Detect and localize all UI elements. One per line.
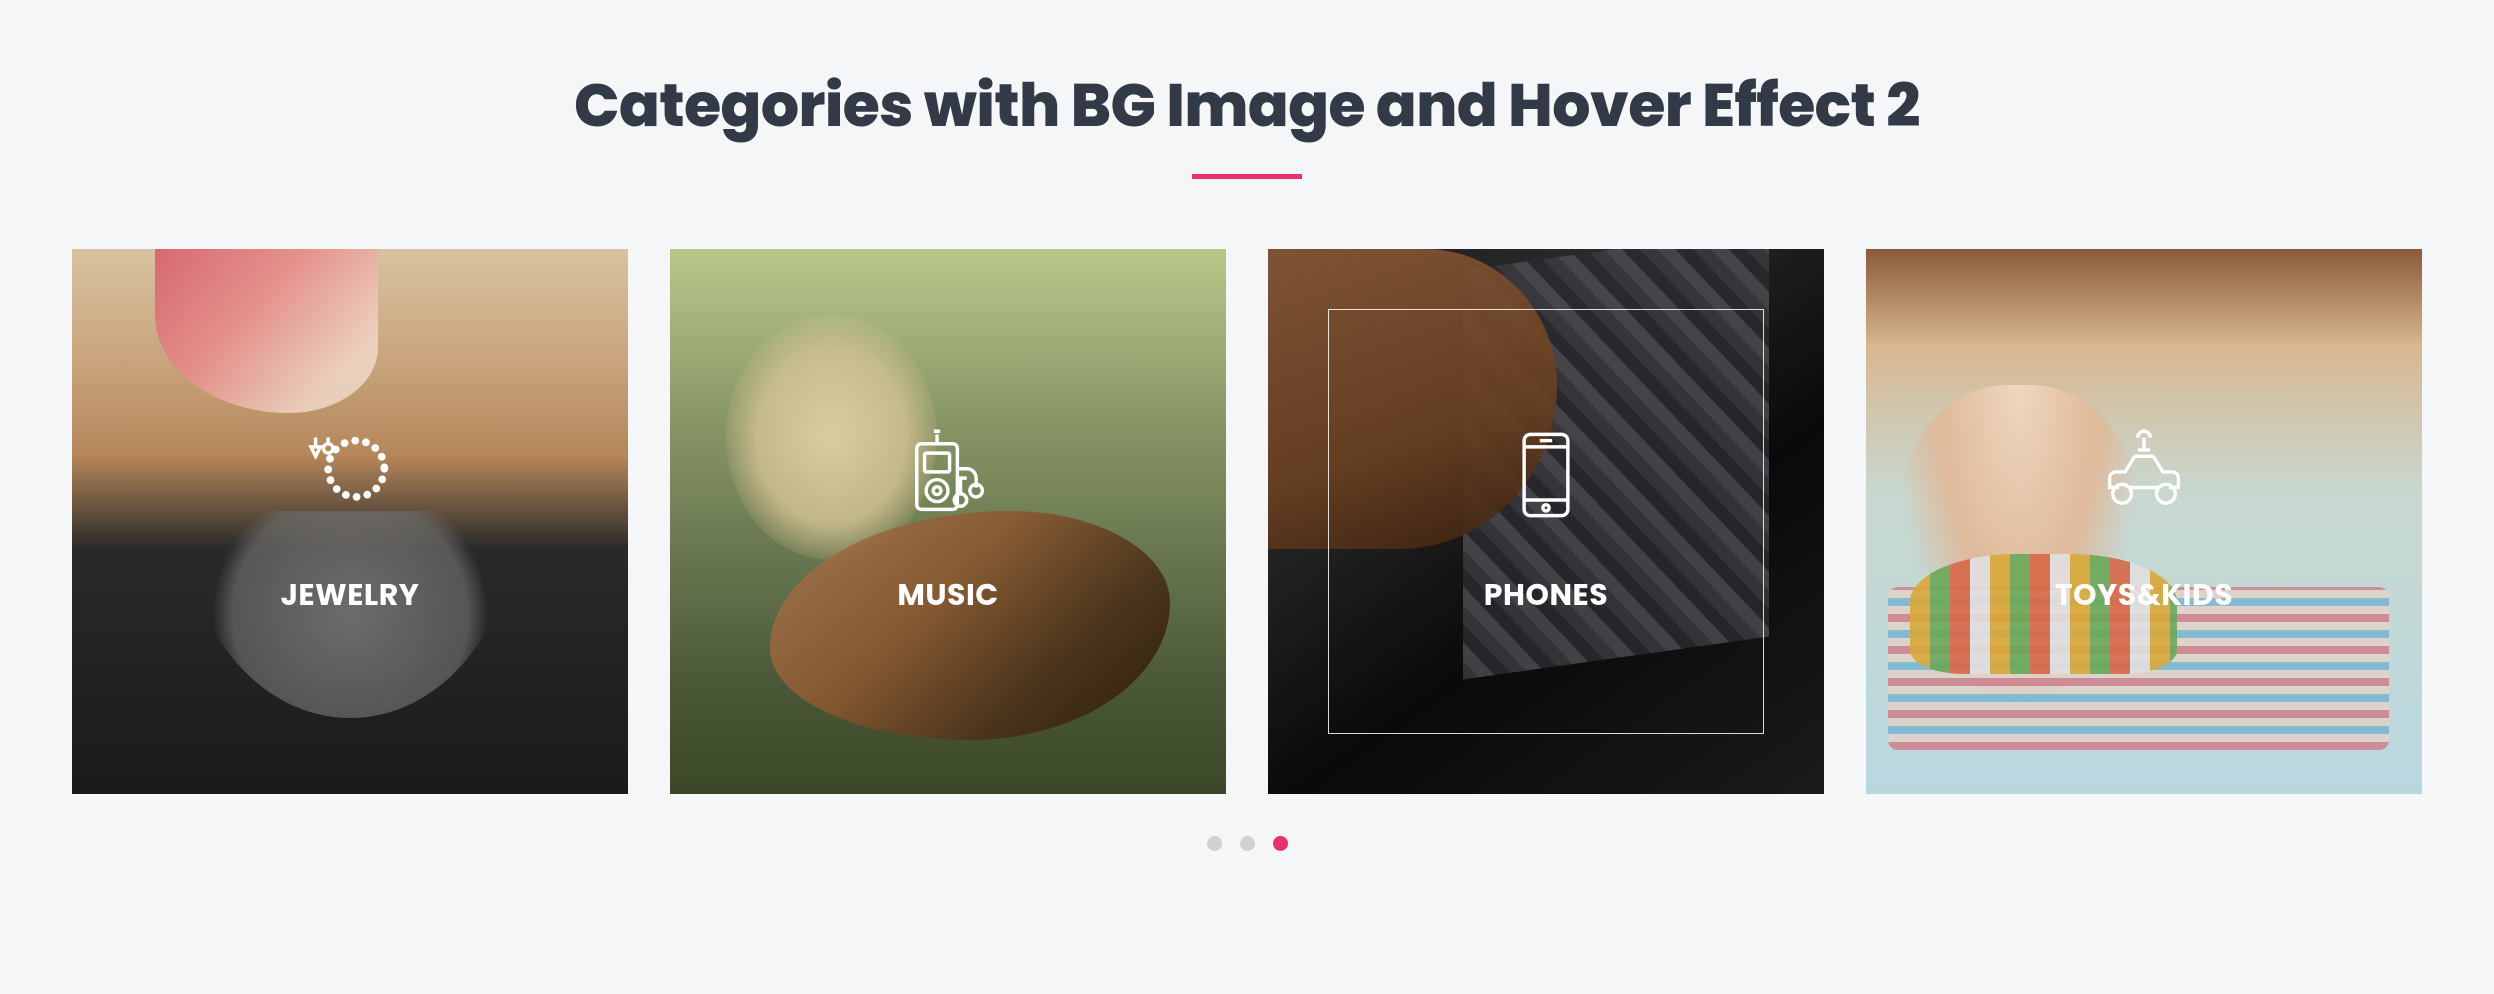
carousel-pagination [72, 836, 2422, 851]
smartphone-icon [1496, 425, 1596, 532]
section-title: Categories with BG Image and Hover Effec… [72, 60, 2422, 150]
mp3-player-icon [898, 425, 998, 532]
carousel-dot-1[interactable] [1207, 836, 1222, 851]
category-card-phones[interactable]: PHONES [1268, 249, 1824, 794]
carousel-dot-2[interactable] [1240, 836, 1255, 851]
card-label: MUSIC [897, 572, 998, 618]
carousel-dot-3[interactable] [1273, 836, 1288, 851]
card-label: PHONES [1484, 572, 1608, 618]
category-cards: JEWELRY [72, 249, 2422, 794]
card-label: JEWELRY [281, 572, 420, 618]
category-card-toys[interactable]: TOYS&KIDS [1866, 249, 2422, 794]
category-card-music[interactable]: MUSIC [670, 249, 1226, 794]
card-label: TOYS&KIDS [2055, 572, 2233, 618]
title-underline [1192, 174, 1302, 179]
toy-car-icon [2094, 425, 2194, 532]
category-card-jewelry[interactable]: JEWELRY [72, 249, 628, 794]
necklace-icon [300, 425, 400, 532]
